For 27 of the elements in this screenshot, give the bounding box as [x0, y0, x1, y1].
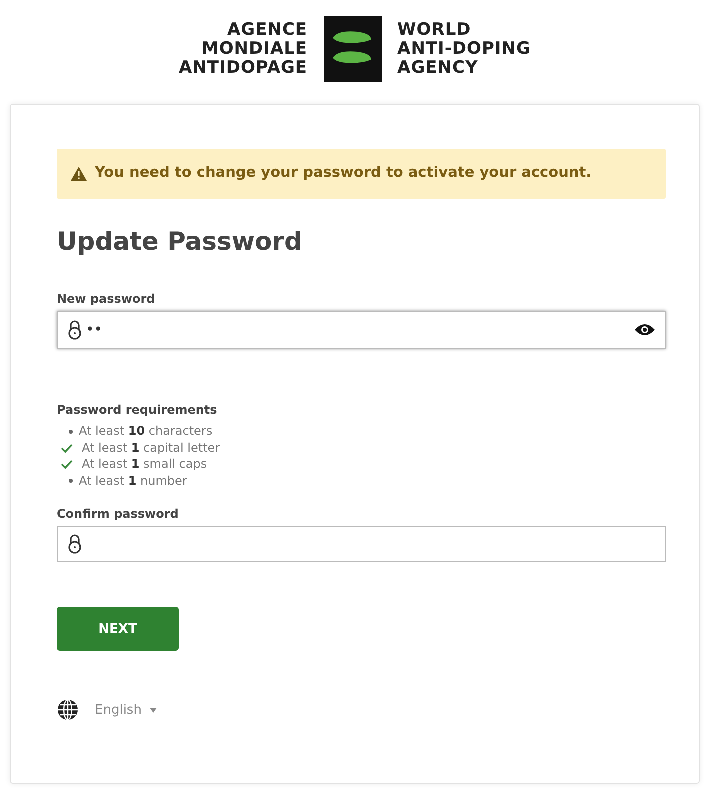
lock-icon [68, 534, 82, 554]
lock-icon [68, 320, 82, 340]
requirement-text: At least 1 small caps [82, 456, 208, 473]
logo-text: AGENCY [398, 58, 480, 78]
logo-icon [324, 16, 382, 82]
globe-icon [57, 699, 79, 722]
requirement-text: At least 1 capital letter [82, 440, 220, 456]
next-button[interactable]: NEXT [57, 607, 179, 652]
new-password-field[interactable]: •• [57, 311, 666, 350]
requirement-text: At least 1 number [79, 472, 188, 490]
logo-text: ANTI-DOPING [398, 40, 531, 58]
logo-text: AGENCE [226, 20, 308, 40]
requirement-text: At least 10 characters [79, 423, 213, 440]
eye-icon[interactable] [635, 323, 655, 338]
alert-text: You need to change your password to activate your account. [95, 164, 592, 183]
logo-text: MONDIALE [200, 40, 308, 58]
field-label: New password [57, 292, 156, 306]
requirements-heading: Password requirements [57, 403, 218, 418]
logo-text: ANTIDOPAGE [179, 58, 308, 78]
logo-text: WORLD [398, 20, 472, 40]
password-value: •• [86, 320, 104, 340]
page-title: Update Password [57, 226, 304, 258]
language-dropdown[interactable]: English [95, 700, 157, 720]
warning-icon [71, 166, 87, 181]
field-label: Confirm password [57, 507, 179, 522]
confirm-password-field[interactable] [57, 526, 666, 562]
caret-icon [150, 708, 157, 713]
